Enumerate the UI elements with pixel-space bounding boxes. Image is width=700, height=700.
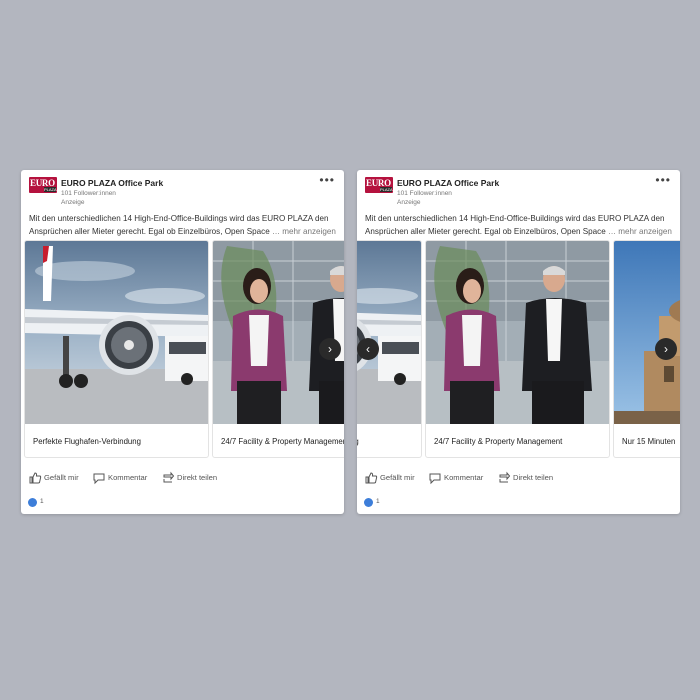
post-text: Mit den unterschiedlichen 14 High-End-Of… [365,212,675,238]
more-dots-icon[interactable]: ••• [319,173,335,187]
company-name[interactable]: EURO PLAZA Office Park [61,178,163,188]
like-label: Gefällt mir [44,473,79,482]
slide-image [25,241,208,424]
share-icon [499,471,511,483]
chevron-right-icon[interactable]: › [319,338,341,360]
slide-caption: Nur 15 Minuten [622,437,676,446]
carousel-slide[interactable]: Perfekte Flughafen-Verbindung [24,240,209,458]
share-label: Direkt teilen [177,473,218,482]
chevron-left-icon[interactable]: ‹ [357,338,379,360]
thumbs-up-reaction-icon [28,498,37,507]
follower-count: 101 Follower:innen [397,190,452,197]
see-more-link[interactable]: … mehr anzeigen [608,227,672,236]
reaction-count: 1 [376,498,380,505]
company-logo[interactable]: EURO PLAZA [29,177,57,193]
ad-post-card: EURO PLAZA EURO PLAZA Office Park 101 Fo… [21,170,344,514]
slide-image [213,241,344,424]
company-logo[interactable]: EURO PLAZA [365,177,393,193]
ad-post-card: EURO PLAZA EURO PLAZA Office Park 101 Fo… [357,170,680,514]
post-text-line: Ansprüchen aller Mieter gerecht. Egal ob… [29,227,270,236]
comment-label: Kommentar [444,473,484,482]
sponsored-label: Anzeige [61,199,85,206]
company-name[interactable]: EURO PLAZA Office Park [397,178,499,188]
post-text-line: Ansprüchen aller Mieter gerecht. Egal ob… [365,227,606,236]
like-label: Gefällt mir [380,473,415,482]
share-label: Direkt teilen [513,473,554,482]
like-icon [29,472,42,484]
slide-caption: 24/7 Facility & Property Management [221,437,344,446]
like-icon [365,472,378,484]
chevron-right-icon[interactable]: › [655,338,677,360]
comment-label: Kommentar [108,473,148,482]
slide-image [357,241,421,424]
share-icon [163,471,175,483]
carousel-slide[interactable]: 24/7 Facility & Property Management [425,240,610,458]
logo-subtext: PLAZA [380,187,393,192]
thumbs-up-reaction-icon [364,498,373,507]
slide-image [614,241,680,424]
post-text-line: Mit den unterschiedlichen 14 High-End-Of… [365,214,665,223]
logo-subtext: PLAZA [44,187,57,192]
follower-count: 101 Follower:innen [61,190,116,197]
see-more-link[interactable]: … mehr anzeigen [272,227,336,236]
post-text: Mit den unterschiedlichen 14 High-End-Of… [29,212,339,238]
slide-caption: Perfekte Flughafen-Verbindung [33,437,141,446]
reaction-count: 1 [40,498,44,505]
slide-caption: 24/7 Facility & Property Management [434,437,563,446]
image-carousel: Perfekte Flughafen-Verbindung 24/7 Facil… [21,240,344,458]
slide-image [426,241,609,424]
comment-icon [429,473,441,485]
comment-icon [93,473,105,485]
more-dots-icon[interactable]: ••• [655,173,671,187]
slide-caption: ng [357,437,421,446]
post-text-line: Mit den unterschiedlichen 14 High-End-Of… [29,214,329,223]
sponsored-label: Anzeige [397,199,421,206]
image-carousel: ng 24/7 Facility & Property Management N… [357,240,680,458]
